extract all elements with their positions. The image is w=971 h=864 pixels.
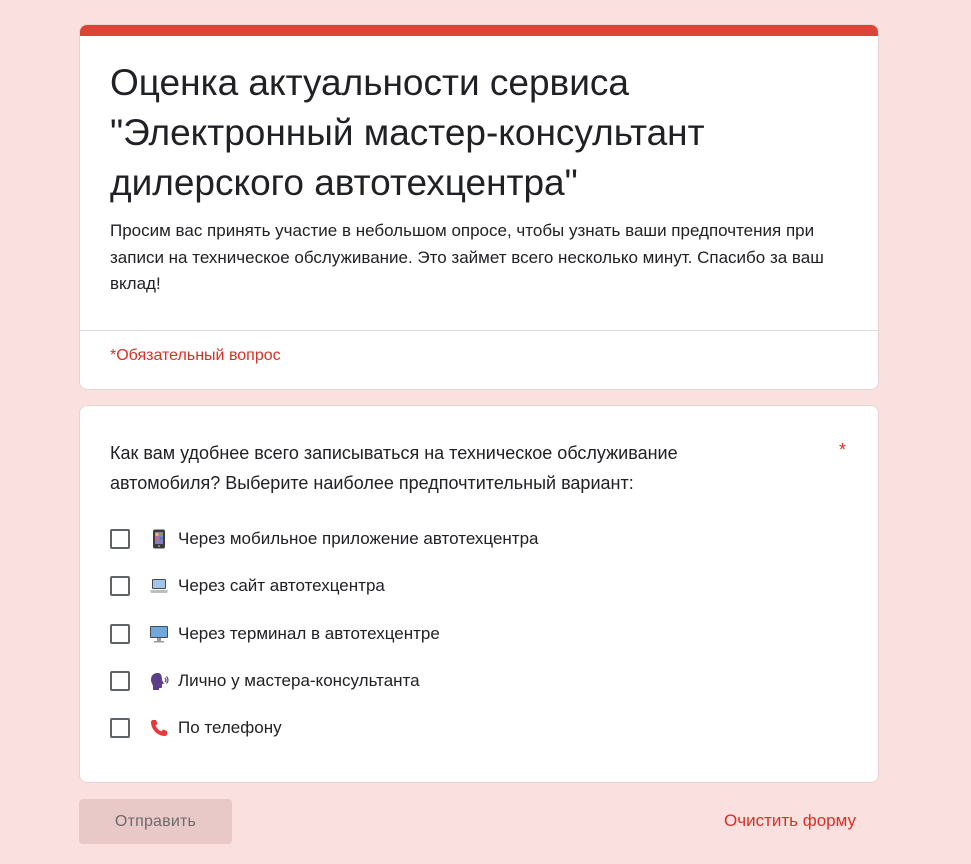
- checkbox[interactable]: [110, 623, 130, 644]
- checkbox[interactable]: [110, 576, 130, 597]
- checkbox[interactable]: [110, 529, 130, 549]
- telephone-receiver-icon: [149, 718, 169, 738]
- speaking-head-icon: [149, 671, 169, 691]
- desktop-monitor-icon: [149, 624, 169, 644]
- option-in-person[interactable]: Лично у мастера-консультанта: [110, 669, 810, 693]
- required-note: *Обязательный вопрос: [110, 347, 281, 364]
- mobile-phone-icon: [149, 529, 169, 549]
- header-accent-bar: [80, 25, 878, 36]
- clear-form-link[interactable]: Очистить форму: [724, 811, 856, 831]
- option-terminal[interactable]: Через терминал в автотехцентре: [110, 622, 810, 646]
- form-header-card: Оценка актуальности сервиса "Электронный…: [79, 24, 879, 390]
- option-label: Лично у мастера-консультанта: [178, 670, 420, 690]
- required-asterisk: *: [839, 440, 847, 460]
- option-mobile-app[interactable]: Через мобильное приложение автотехцентра: [110, 527, 810, 551]
- option-label: По телефону: [178, 718, 282, 738]
- checkbox[interactable]: [110, 718, 130, 739]
- option-label: Через мобильное приложение автотехцентра: [178, 529, 539, 548]
- option-label: Через сайт автотехцентра: [178, 576, 385, 596]
- submit-button[interactable]: Отправить: [79, 799, 232, 844]
- options-list: Через мобильное приложение автотехцентра…: [110, 527, 810, 763]
- option-phone[interactable]: По телефону: [110, 716, 810, 740]
- header-divider: [80, 330, 878, 331]
- form-container: Оценка актуальности сервиса "Электронный…: [79, 24, 879, 783]
- option-label: Через терминал в автотехцентре: [178, 623, 440, 643]
- laptop-icon: [149, 576, 169, 596]
- option-website[interactable]: Через сайт автотехцентра: [110, 574, 810, 598]
- form-title: Оценка актуальности сервиса "Электронный…: [110, 62, 705, 203]
- question-text: Как вам удобнее всего записываться на те…: [110, 443, 678, 493]
- form-description: Просим вас принять участие в небольшом о…: [110, 221, 824, 293]
- question-card: Как вам удобнее всего записываться на те…: [79, 405, 879, 783]
- checkbox[interactable]: [110, 670, 130, 691]
